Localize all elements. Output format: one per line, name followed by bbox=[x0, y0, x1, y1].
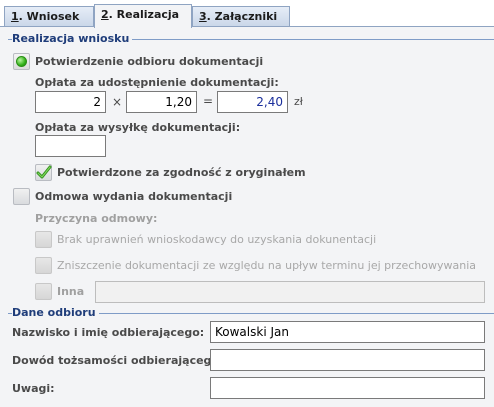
tab-wniosek[interactable]: 1. Wniosek bbox=[4, 6, 94, 27]
reason-no-permission-label: Brak uprawnień wnioskodawcy do uzyskania… bbox=[57, 233, 377, 246]
notes-label: Uwagi: bbox=[12, 382, 55, 395]
green-dot-icon bbox=[16, 56, 27, 67]
tab-wniosek-label: . Wniosek bbox=[18, 10, 80, 23]
tab-zalaczniki-label: . Załączniki bbox=[206, 10, 278, 23]
refusal-label: Odmowa wydania dokumentacji bbox=[35, 190, 233, 203]
tab-zalaczniki[interactable]: 3. Załączniki bbox=[192, 6, 290, 27]
multiply-sign: × bbox=[112, 95, 123, 109]
tab-realizacja-label: . Realizacja bbox=[108, 8, 180, 21]
tab-realizacja-hotkey: 2 bbox=[101, 8, 109, 21]
fee-quantity-input[interactable]: 2 bbox=[35, 91, 106, 113]
fee-access-label: Opłata za udostępnienie dokumentacji: bbox=[35, 76, 279, 89]
receiver-id-input[interactable] bbox=[210, 349, 485, 371]
tab-bar: 1. Wniosek 2. Realizacja 3. Załączniki bbox=[0, 0, 494, 28]
fee-shipping-input[interactable] bbox=[35, 135, 106, 157]
tab-realizacja[interactable]: 2. Realizacja bbox=[94, 4, 192, 28]
reason-no-permission-checkbox[interactable] bbox=[35, 231, 52, 248]
certified-label: Potwierdzone za zgodność z oryginałem bbox=[57, 166, 306, 179]
confirm-receipt-label: Potwierdzenie odbioru dokumentacji bbox=[35, 55, 264, 68]
confirm-receipt-radio[interactable] bbox=[13, 53, 30, 70]
reason-other-checkbox[interactable] bbox=[35, 283, 52, 300]
tab-zalaczniki-hotkey: 3 bbox=[199, 10, 207, 23]
reason-destroyed-checkbox[interactable] bbox=[35, 257, 52, 274]
notes-input[interactable] bbox=[210, 377, 485, 399]
receiver-name-label: Nazwisko i imię odbierającego: bbox=[12, 326, 205, 339]
reason-destroyed-label: Zniszczenie dokumentacji ze względu na u… bbox=[57, 259, 476, 272]
fee-shipping-label: Opłata za wysyłkę dokumentacji: bbox=[35, 121, 241, 134]
tab-panel-realizacja: Realizacja wniosku Potwierdzenie odbioru… bbox=[0, 26, 494, 407]
reason-other-input[interactable] bbox=[95, 281, 485, 303]
fee-total-field: 2,40 bbox=[217, 91, 288, 113]
tab-wniosek-hotkey: 1 bbox=[11, 10, 19, 23]
receiver-id-label: Dowód tożsamości odbierającego: bbox=[12, 354, 224, 367]
section-title-odbior: Dane odbioru bbox=[12, 306, 99, 319]
equals-sign: = bbox=[203, 94, 214, 108]
receiver-name-input[interactable]: Kowalski Jan bbox=[210, 321, 485, 343]
green-checkmark-icon bbox=[36, 165, 52, 179]
fee-unit-price-input[interactable]: 1,20 bbox=[126, 91, 197, 113]
currency-label: zł bbox=[294, 95, 303, 108]
refusal-reason-label: Przyczyna odmowy: bbox=[35, 212, 158, 225]
certified-checkbox[interactable] bbox=[35, 164, 52, 181]
reason-other-label: Inna bbox=[57, 285, 85, 298]
refusal-radio[interactable] bbox=[13, 188, 30, 205]
section-title-realizacja: Realizacja wniosku bbox=[12, 32, 133, 45]
